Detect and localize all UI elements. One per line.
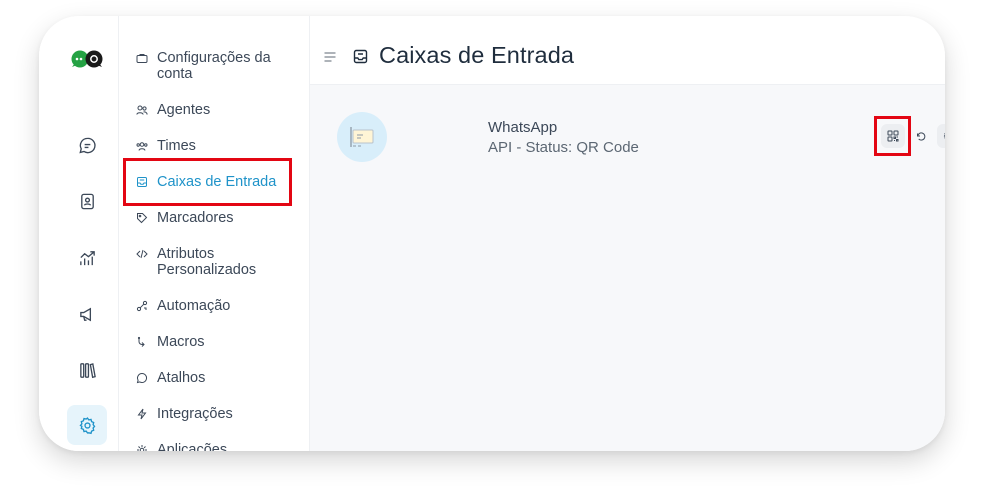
sidebar-item-label: Agentes — [157, 102, 211, 118]
sidebar-item-macros[interactable]: Macros — [119, 334, 309, 352]
code-icon — [119, 246, 157, 264]
sidebar-item-shortcuts[interactable]: Atalhos — [119, 370, 309, 388]
lightning-icon — [119, 406, 157, 424]
rail-settings-button[interactable] — [67, 405, 107, 445]
sidebar-item-integrations[interactable]: Integrações — [119, 406, 309, 424]
inboxes-highlight-box — [123, 158, 292, 206]
sidebar-item-automation[interactable]: Automação — [119, 298, 309, 316]
sidebar-item-label: Macros — [157, 334, 205, 350]
sidebar-item-label: Marcadores — [157, 210, 234, 226]
main-panel: Caixas de Entrada WhatsApp API - Status:… — [310, 16, 945, 451]
rail-campaigns-button[interactable] — [67, 294, 107, 334]
settings-sidebar: Configurações da conta Agentes Times Cai… — [119, 16, 310, 451]
page-title: Caixas de Entrada — [379, 42, 575, 68]
chat-icon — [119, 370, 157, 388]
chat-bubble-icon — [78, 137, 96, 153]
page-header: Caixas de Entrada — [310, 16, 945, 85]
rail-contacts-button[interactable] — [67, 181, 107, 221]
sidebar-item-label: Automação — [157, 298, 231, 314]
sidebar-item-account-settings[interactable]: Configurações da conta — [119, 50, 309, 82]
chart-icon — [79, 250, 95, 265]
briefcase-icon — [119, 50, 157, 68]
app-logo — [71, 50, 103, 68]
people-icon — [119, 102, 157, 120]
apps-icon — [119, 442, 157, 451]
megaphone-icon — [79, 307, 91, 321]
inbox-settings-button[interactable] — [937, 124, 945, 148]
contact-book-icon — [80, 193, 94, 209]
inbox-status: API - Status: QR Code — [488, 139, 639, 156]
icon-rail — [39, 16, 119, 451]
sidebar-item-teams[interactable]: Times — [119, 138, 309, 156]
inbox-avatar — [337, 112, 387, 162]
menu-toggle-icon[interactable] — [324, 52, 336, 62]
sidebar-item-custom-attributes[interactable]: Atributos Personalizados — [119, 246, 309, 278]
sidebar-item-label: Atalhos — [157, 370, 206, 386]
sidebar-item-label: Configurações da conta — [157, 50, 271, 82]
macro-icon — [119, 334, 157, 352]
qr-code-highlight-box — [874, 116, 911, 156]
sidebar-item-label: Times — [157, 138, 196, 154]
sidebar-item-label: Integrações — [157, 406, 233, 422]
rail-conversations-button[interactable] — [67, 125, 107, 165]
refresh-button[interactable] — [909, 124, 933, 148]
sidebar-item-agents[interactable]: Agentes — [119, 102, 309, 120]
gear-icon — [78, 416, 95, 434]
sidebar-item-label: Aplicações — [157, 442, 228, 451]
library-icon — [79, 362, 96, 378]
tag-icon — [119, 210, 157, 228]
app-window: Configurações da conta Agentes Times Cai… — [39, 16, 945, 451]
sidebar-item-applications[interactable]: Aplicações — [119, 442, 309, 451]
inbox-channel-icon — [350, 127, 374, 147]
automation-icon — [119, 298, 157, 316]
sidebar-item-label: Atributos Personalizados — [157, 246, 257, 278]
sidebar-item-labels[interactable]: Marcadores — [119, 210, 309, 228]
rail-reports-button[interactable] — [67, 238, 107, 278]
rail-library-button[interactable] — [67, 350, 107, 390]
inbox-name: WhatsApp — [488, 119, 558, 136]
team-icon — [119, 138, 157, 156]
refresh-icon — [917, 132, 926, 141]
inbox-icon — [353, 49, 368, 64]
gear-icon — [943, 132, 945, 139]
